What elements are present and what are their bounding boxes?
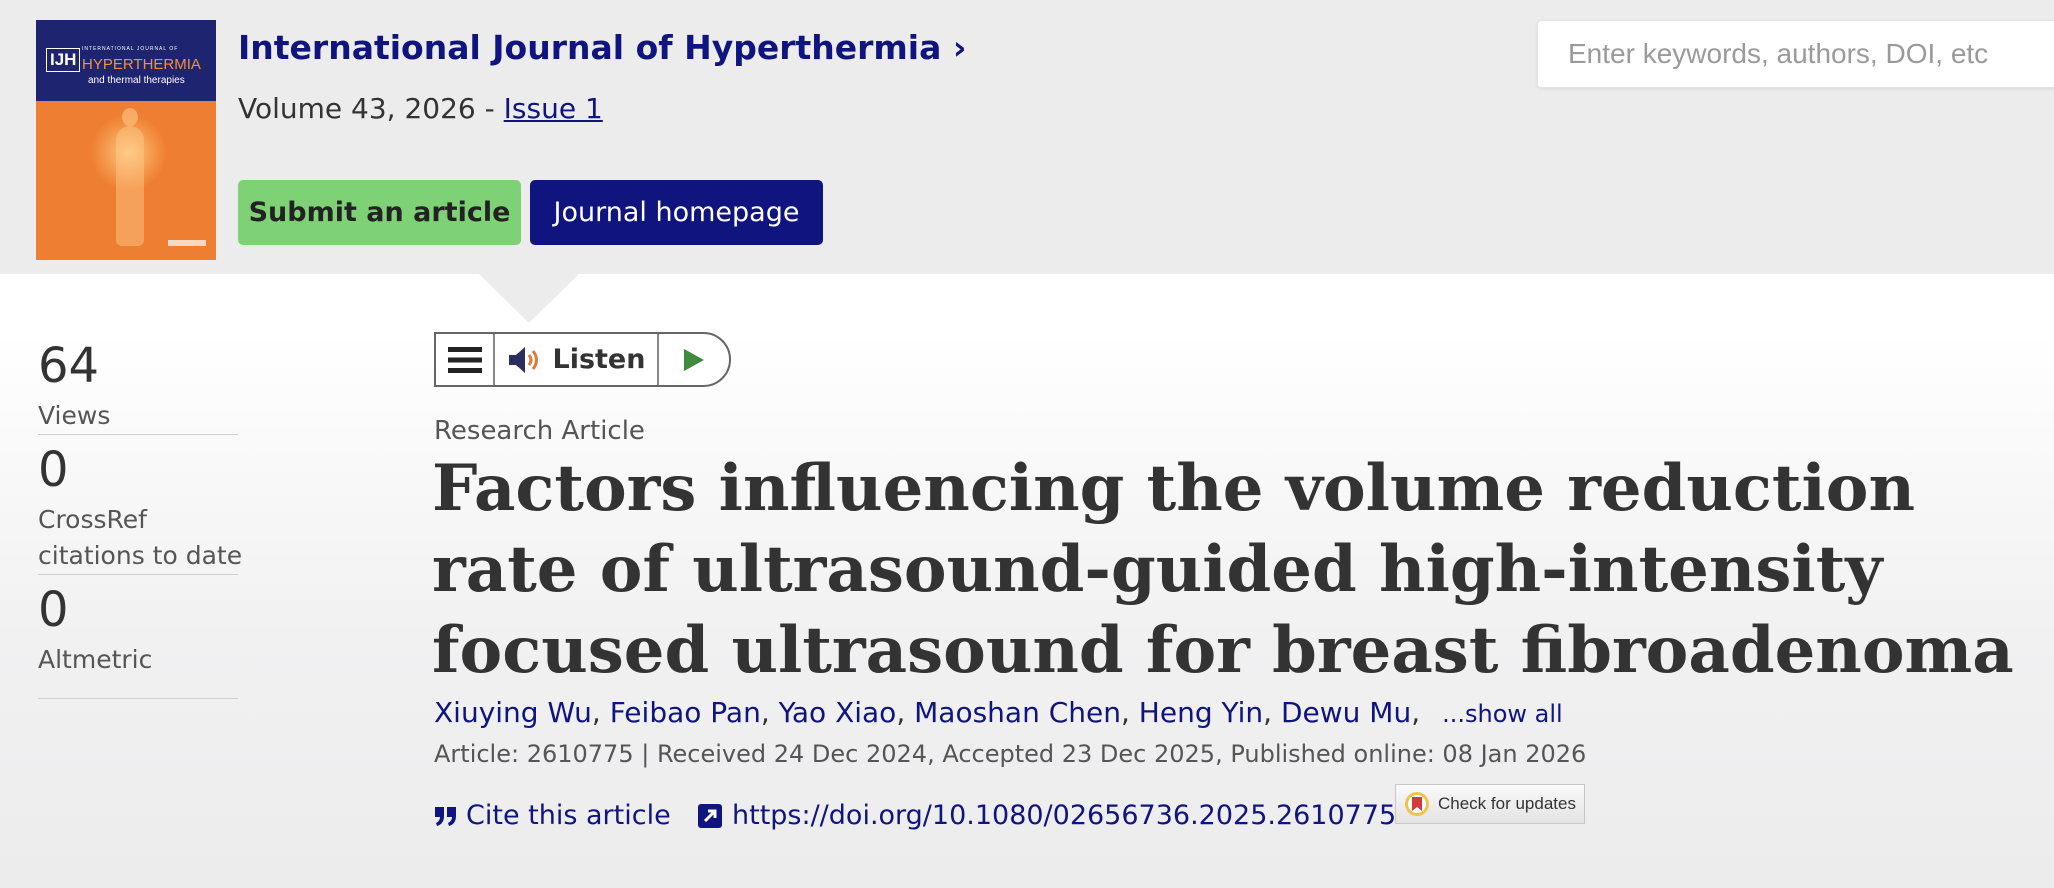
cover-small-line: INTERNATIONAL JOURNAL OF [82,46,179,52]
journal-title-link[interactable]: International Journal of Hyperthermia › [238,28,967,67]
cover-figure-head [122,108,138,126]
author-separator: , [1120,696,1139,729]
views-count: 64 [38,338,100,394]
author-link[interactable]: Maoshan Chen [914,696,1121,729]
crossref-label-line2: citations to date [38,541,243,570]
volume-text: Volume 43, 2026 - [238,92,504,125]
views-label: Views [38,401,111,430]
author-link[interactable]: Feibao Pan [610,696,761,729]
metric-divider [38,434,238,435]
metric-divider [38,574,238,575]
journal-homepage-button[interactable]: Journal homepage [530,180,823,245]
cite-label: Cite this article [466,800,671,831]
doi-link[interactable]: https://doi.org/10.1080/02656736.2025.26… [698,800,1396,831]
journal-cover-image[interactable]: IJH INTERNATIONAL JOURNAL OF HYPERTHERMI… [36,20,216,260]
hamburger-icon [447,346,482,373]
cover-subtitle: and thermal therapies [88,75,185,86]
player-menu-button[interactable] [436,334,495,385]
quote-icon [435,806,456,826]
listen-player: Listen [434,332,731,387]
volume-line: Volume 43, 2026 - Issue 1 [238,92,603,125]
article-type-label: Research Article [434,416,645,446]
author-separator: , [1411,696,1421,729]
speaker-icon [508,346,538,373]
listen-button[interactable]: Listen [495,334,659,385]
altmetric-label: Altmetric [38,645,153,674]
play-icon [684,348,704,371]
listen-label: Listen [552,344,646,375]
author-list: Xiuying Wu, Feibao Pan, Yao Xiao, Maosha… [434,696,1563,729]
cite-article-link[interactable]: Cite this article [434,800,671,831]
author-separator: , [1263,696,1281,729]
author-link[interactable]: Xiuying Wu [434,696,592,729]
check-updates-label: Check for updates [1438,794,1576,813]
crossref-count: 0 [38,442,69,498]
crossmark-icon [1405,792,1429,816]
external-link-icon [698,803,722,828]
article-title: Factors influencing the volume reduction… [432,451,2014,688]
show-all-authors-link[interactable]: ...show all [1442,700,1563,728]
chevron-right-icon: › [952,28,967,67]
check-for-updates-button[interactable]: Check for updates [1395,784,1585,824]
header-pointer-arrow [478,273,580,323]
author-separator: , [760,696,779,729]
cover-publisher-logo [168,240,206,246]
article-publication-info: Article: 2610775 | Received 24 Dec 2024,… [434,740,1587,768]
play-button[interactable] [659,334,729,385]
crossref-label-line1: CrossRef [38,505,147,534]
cover-main-title: HYPERTHERMIA [82,56,201,73]
submit-article-button[interactable]: Submit an article [238,180,521,245]
journal-title-text: International Journal of Hyperthermia [238,28,942,67]
author-link[interactable]: Heng Yin [1139,696,1263,729]
search-input[interactable] [1537,20,2054,88]
metric-divider [38,698,238,699]
issue-link[interactable]: Issue 1 [504,92,603,125]
author-link[interactable]: Yao Xiao [779,696,897,729]
cover-abbreviation: IJH [46,48,81,72]
author-link[interactable]: Dewu Mu [1281,696,1411,729]
altmetric-count: 0 [38,582,69,638]
author-separator: , [591,696,610,729]
author-separator: , [896,696,915,729]
doi-text: https://doi.org/10.1080/02656736.2025.26… [732,800,1397,831]
cover-figure-body [116,126,144,246]
